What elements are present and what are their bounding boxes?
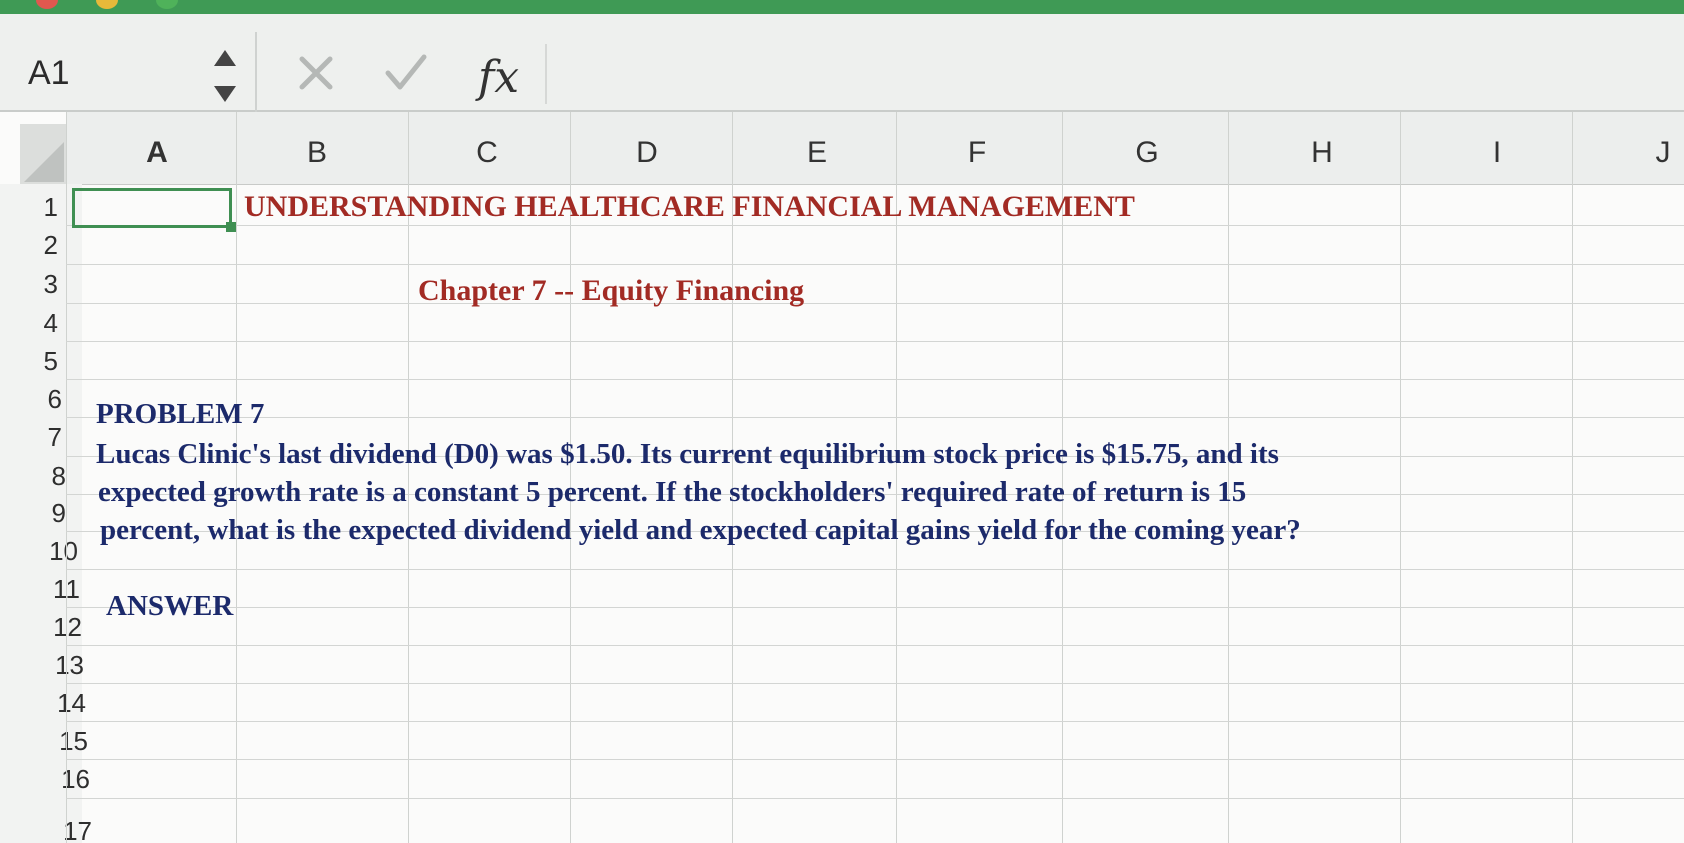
gridline	[66, 798, 1684, 799]
column-header-b[interactable]: B	[300, 136, 334, 170]
row-header-17[interactable]: 17	[34, 816, 92, 843]
formula-bar-divider	[545, 44, 547, 104]
gridline	[66, 607, 1684, 608]
row-header-9[interactable]: 9	[8, 498, 66, 529]
cell-a9-text[interactable]: percent, what is the expected dividend y…	[100, 514, 1301, 547]
row-header-16[interactable]: 16	[32, 764, 90, 795]
row-header-5[interactable]: 5	[0, 346, 58, 377]
row-header-1[interactable]: 1	[0, 192, 58, 223]
window-titlebar	[0, 0, 1684, 14]
gridline	[66, 112, 67, 843]
row-header-15[interactable]: 15	[30, 726, 88, 757]
gridline	[66, 683, 1684, 684]
row-header-2[interactable]: 2	[0, 230, 58, 261]
formula-input[interactable]	[560, 54, 1660, 94]
row-header-3[interactable]: 3	[0, 269, 58, 300]
triangle-up-icon[interactable]	[214, 50, 236, 66]
column-header-a[interactable]: A	[140, 136, 174, 170]
gridline	[66, 721, 1684, 722]
cell-a6-problem[interactable]: PROBLEM 7	[96, 398, 264, 431]
formula-bar: A1 fx	[0, 14, 1684, 122]
insert-function-button[interactable]: fx	[478, 52, 519, 103]
close-window-button[interactable]	[36, 0, 58, 9]
column-header-e[interactable]: E	[800, 136, 834, 170]
column-header-d[interactable]: D	[630, 136, 664, 170]
minimize-window-button[interactable]	[96, 0, 118, 9]
cancel-x-icon[interactable]	[296, 50, 336, 104]
row-header-4[interactable]: 4	[0, 308, 58, 339]
row-header-14[interactable]: 14	[28, 688, 86, 719]
gridline	[66, 303, 1684, 304]
cell-a7-text[interactable]: Lucas Clinic's last dividend (D0) was $1…	[96, 438, 1279, 471]
column-header-c[interactable]: C	[470, 136, 504, 170]
maximize-window-button[interactable]	[156, 0, 178, 9]
gridline	[1572, 112, 1573, 843]
select-all-triangle-icon[interactable]	[24, 142, 64, 182]
gridline	[66, 225, 1684, 226]
column-header-h[interactable]: H	[1305, 136, 1339, 170]
cell-a8-text[interactable]: expected growth rate is a constant 5 per…	[98, 476, 1246, 509]
gridline	[66, 417, 1684, 418]
selected-cell-a1[interactable]	[72, 188, 232, 228]
cell-a11-answer[interactable]: ANSWER	[106, 590, 233, 623]
column-header-g[interactable]: G	[1130, 136, 1164, 170]
formula-bar-divider	[255, 32, 257, 122]
gridline	[66, 569, 1684, 570]
gridline	[66, 379, 1684, 380]
gridline	[66, 645, 1684, 646]
name-box[interactable]: A1	[28, 54, 70, 93]
column-header-i[interactable]: I	[1480, 136, 1514, 170]
gridline	[66, 759, 1684, 760]
gridline	[1400, 112, 1401, 843]
row-header-8[interactable]: 8	[8, 461, 66, 492]
row-header-10[interactable]: 10	[20, 536, 78, 567]
triangle-down-icon[interactable]	[214, 86, 236, 102]
row-header-13[interactable]: 13	[26, 650, 84, 681]
cell-c3-chapter[interactable]: Chapter 7 -- Equity Financing	[418, 274, 804, 308]
row-header-12[interactable]: 12	[24, 612, 82, 643]
fill-handle[interactable]	[226, 222, 236, 232]
row-header-7[interactable]: 7	[4, 422, 62, 453]
spreadsheet-grid[interactable]: A B C D E F G H I J 1 2 3 4 5 6 7 8 9 10…	[0, 112, 1684, 843]
column-header-f[interactable]: F	[960, 136, 994, 170]
enter-check-icon[interactable]	[384, 50, 428, 104]
row-header-11[interactable]: 11	[22, 574, 80, 605]
gridline	[66, 341, 1684, 342]
cell-b1-title[interactable]: UNDERSTANDING HEALTHCARE FINANCIAL MANAG…	[244, 190, 1135, 224]
column-header-j[interactable]: J	[1646, 136, 1680, 170]
gridline	[66, 264, 1684, 265]
name-box-stepper[interactable]	[214, 50, 238, 106]
row-header-6[interactable]: 6	[4, 384, 62, 415]
